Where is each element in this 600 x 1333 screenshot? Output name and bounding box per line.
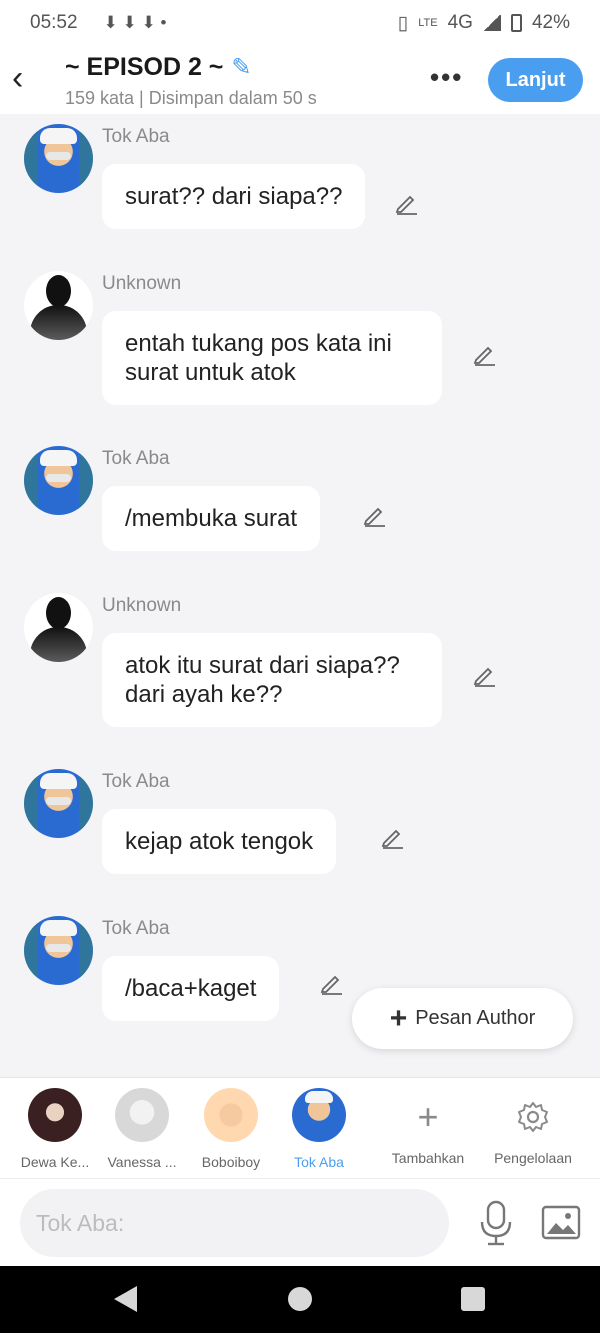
message-bubble[interactable]: kejap atok tengok xyxy=(102,809,337,874)
edit-message-icon[interactable] xyxy=(393,190,419,216)
avatar-unknown[interactable] xyxy=(24,593,93,662)
character-item[interactable]: Dewa Ke... xyxy=(15,1088,95,1170)
avatar-tok-aba[interactable] xyxy=(24,916,93,985)
edit-message-icon[interactable] xyxy=(379,824,405,850)
system-nav-bar xyxy=(0,1266,600,1333)
vibrate-icon: ▯ xyxy=(397,12,409,34)
nav-back-icon[interactable] xyxy=(114,1286,137,1312)
message-bubble[interactable]: surat?? dari siapa?? xyxy=(102,164,366,229)
nav-recents-icon[interactable] xyxy=(461,1287,485,1311)
status-time: 05:52 xyxy=(30,12,78,33)
edit-title-icon[interactable]: ✎ xyxy=(231,53,251,82)
message-sender: Tok Aba xyxy=(102,771,170,792)
composer-bar xyxy=(0,1178,600,1266)
status-right-cluster: ▯ LTE 4G 42% xyxy=(398,12,570,35)
episode-title-text: ~ EPISOD 2 ~ xyxy=(65,53,224,81)
message-bubble[interactable]: entah tukang pos kata ini surat untuk at… xyxy=(102,311,442,405)
edit-message-icon[interactable] xyxy=(471,662,497,688)
image-icon[interactable] xyxy=(541,1203,581,1243)
back-arrow-icon[interactable]: ‹ xyxy=(12,58,42,98)
character-avatar xyxy=(28,1088,82,1142)
character-avatar xyxy=(115,1088,169,1142)
microphone-icon[interactable] xyxy=(476,1199,516,1247)
message-sender: Tok Aba xyxy=(102,918,170,939)
character-label: Tok Aba xyxy=(294,1154,344,1170)
avatar-tok-aba[interactable] xyxy=(24,124,93,193)
status-bar: 05:52 ⬇ ⬇ ⬇ • ▯ LTE 4G 42% xyxy=(0,0,600,46)
plus-icon: + xyxy=(417,1096,439,1137)
message-sender: Unknown xyxy=(102,595,182,616)
character-label: Dewa Ke... xyxy=(20,1154,90,1170)
plus-icon: + xyxy=(389,1001,408,1035)
message-input[interactable] xyxy=(20,1189,449,1257)
episode-title[interactable]: ~ EPISOD 2 ~ ✎ xyxy=(65,53,252,82)
edit-message-icon[interactable] xyxy=(471,341,497,367)
edit-message-icon[interactable] xyxy=(318,970,344,996)
add-character-button[interactable]: + Tambahkan xyxy=(378,1090,478,1166)
message-bubble[interactable]: /membuka surat xyxy=(102,486,321,551)
chat-area[interactable]: Tok Aba surat?? dari siapa?? Unknown ent… xyxy=(0,114,600,1076)
character-item-selected[interactable]: Tok Aba xyxy=(279,1088,359,1170)
character-selector: Dewa Ke... Vanessa ... Boboiboy Tok Aba … xyxy=(0,1077,600,1178)
character-item[interactable]: Vanessa ... xyxy=(102,1088,182,1170)
avatar-unknown[interactable] xyxy=(24,271,93,340)
gear-icon xyxy=(483,1090,583,1144)
message-sender: Unknown xyxy=(102,273,182,294)
message-sender: Tok Aba xyxy=(102,126,170,147)
network-label: 4G xyxy=(447,12,473,33)
nav-home-icon[interactable] xyxy=(288,1287,312,1311)
character-item[interactable]: Boboiboy xyxy=(191,1088,271,1170)
word-count-status: 159 kata | Disimpan dalam 50 s xyxy=(65,88,317,108)
character-avatar xyxy=(204,1088,258,1142)
manage-characters-button[interactable]: Pengelolaan xyxy=(483,1090,583,1166)
add-character-label: Tambahkan xyxy=(391,1150,465,1166)
message-bubble[interactable]: /baca+kaget xyxy=(102,956,280,1021)
battery-icon xyxy=(510,14,522,32)
message-bubble[interactable]: atok itu surat dari siapa?? dari ayah ke… xyxy=(102,633,442,727)
next-button[interactable]: Lanjut xyxy=(488,58,583,102)
more-options-icon[interactable]: ••• xyxy=(430,62,463,93)
message-sender: Tok Aba xyxy=(102,448,170,469)
add-author-message-button[interactable]: + Pesan Author xyxy=(352,988,573,1049)
avatar-tok-aba[interactable] xyxy=(24,769,93,838)
character-label: Boboiboy xyxy=(201,1154,261,1170)
add-author-message-label: Pesan Author xyxy=(415,1007,536,1029)
avatar-tok-aba[interactable] xyxy=(24,446,93,515)
character-label: Vanessa ... xyxy=(107,1154,177,1170)
editor-header: ‹ ~ EPISOD 2 ~ ✎ 159 kata | Disimpan dal… xyxy=(0,46,600,114)
manage-characters-label: Pengelolaan xyxy=(494,1150,572,1166)
download-notification-icons: ⬇ ⬇ ⬇ • xyxy=(103,13,167,32)
signal-icon xyxy=(482,15,501,31)
battery-percent: 42% xyxy=(531,12,570,33)
character-avatar xyxy=(292,1088,346,1142)
edit-message-icon[interactable] xyxy=(361,502,387,528)
volte-label: LTE xyxy=(418,17,438,29)
